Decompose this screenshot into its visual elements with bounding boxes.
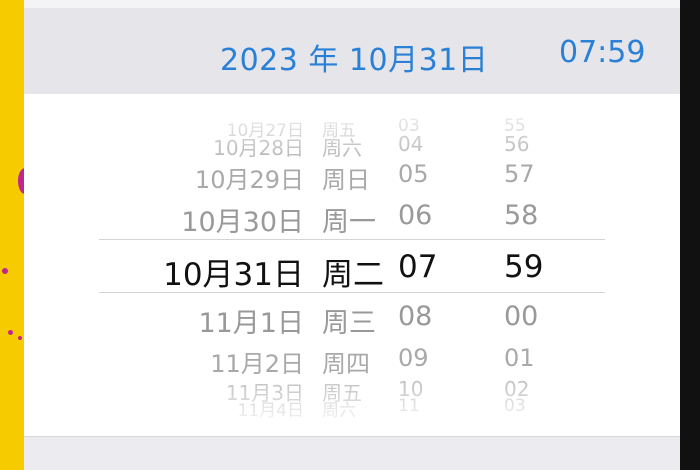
picker-hour-cell: 06 (398, 200, 433, 231)
picker-row[interactable]: 11月4日 周六 11 03 (24, 396, 680, 421)
decorative-dot (18, 336, 22, 340)
picker-header: 2023 年 10月31日 07:59 (24, 8, 680, 94)
decorative-dot (2, 268, 8, 274)
picker-hour-cell: 09 (398, 344, 429, 372)
picker-date-cell: 10月31日 (163, 257, 304, 293)
picker-weekday-cell: 周二 (322, 257, 384, 293)
picker-date-cell: 10月28日 (213, 136, 304, 160)
picker-weekday-cell: 周四 (322, 350, 370, 378)
picker-date-cell: 10月30日 (181, 207, 304, 238)
bottom-bar (24, 436, 680, 470)
right-background-strip (680, 0, 700, 470)
picker-row[interactable]: 11月2日 周四 09 01 (24, 344, 680, 378)
picker-hour-cell: 08 (398, 301, 433, 332)
picker-date-cell: 10月29日 (194, 166, 304, 194)
picker-row[interactable]: 10月30日 周一 06 58 (24, 200, 680, 238)
picker-weekday-cell: 周六 (322, 136, 362, 160)
picker-row[interactable]: 11月1日 周三 08 00 (24, 301, 680, 339)
selected-date-button[interactable]: 2023 年 10月31日 (220, 35, 488, 79)
selection-top-line (99, 239, 605, 240)
selected-time-button[interactable]: 07:59 (559, 35, 645, 70)
top-bar (24, 0, 680, 8)
picker-weekday-cell: 周六 (322, 401, 356, 421)
date-time-picker-panel: 2023 年 10月31日 07:59 10月27日 周五 03 55 10月28日 周六… (24, 0, 680, 470)
decorative-dot (8, 330, 13, 335)
picker-hour-cell: 05 (398, 160, 429, 188)
picker-date-cell: 11月4日 (237, 401, 304, 421)
picker-row[interactable]: 10月28日 周六 04 56 (24, 132, 680, 160)
picker-minute-cell: 58 (504, 200, 539, 231)
picker-minute-cell: 59 (504, 249, 544, 285)
picker-weekday-cell: 周三 (322, 308, 376, 339)
picker-hour-cell: 07 (398, 249, 438, 285)
picker-minute-cell: 03 (504, 396, 526, 416)
picker-weekday-cell: 周一 (322, 207, 376, 238)
picker-minute-cell: 57 (504, 160, 535, 188)
picker-minute-cell: 01 (504, 344, 535, 372)
picker-date-cell: 11月1日 (198, 308, 304, 339)
picker-minute-cell: 00 (504, 301, 539, 332)
date-time-wheel[interactable]: 10月27日 周五 03 55 10月28日 周六 04 56 10月29日 周日 05 57 10月3… (24, 94, 680, 436)
picker-hour-cell: 04 (398, 132, 424, 156)
left-background-strip (0, 0, 32, 470)
picker-hour-cell: 11 (398, 396, 420, 416)
picker-weekday-cell: 周日 (322, 166, 370, 194)
picker-row[interactable]: 10月29日 周日 05 57 (24, 160, 680, 194)
picker-date-cell: 11月2日 (210, 350, 304, 378)
picker-row-selected[interactable]: 10月31日 周二 07 59 (24, 249, 680, 293)
picker-minute-cell: 56 (504, 132, 530, 156)
